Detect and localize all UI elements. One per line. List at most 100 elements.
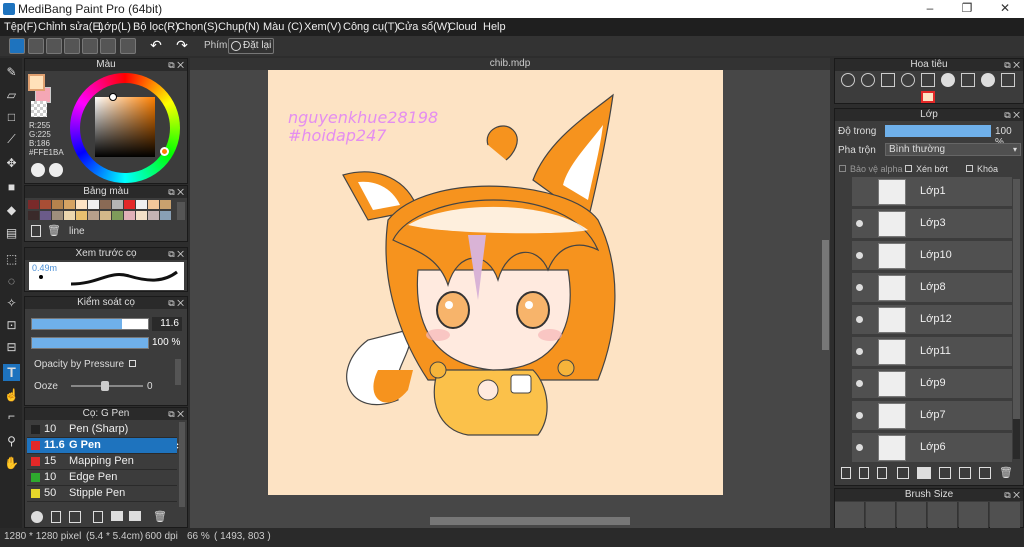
merge-layer-icon[interactable] [939, 467, 951, 479]
brush-opacity-slider[interactable] [31, 337, 149, 349]
new-halftone-layer-icon[interactable] [859, 467, 869, 479]
layer-folder-icon[interactable] [917, 467, 931, 479]
drawing-canvas[interactable]: nguyenkhue28198 #hoidap247 [268, 70, 723, 495]
brush-size-cell[interactable] [897, 502, 927, 528]
palette-swatch[interactable] [100, 200, 111, 209]
visibility-icon[interactable] [856, 412, 863, 419]
layer-row[interactable]: Lớp1 [852, 177, 1012, 207]
layer-settings-icon[interactable] [897, 467, 909, 479]
layer-opacity-slider[interactable] [885, 125, 991, 137]
palette-swatch[interactable] [100, 211, 111, 220]
transparent-swatch[interactable] [31, 101, 47, 117]
actual-size-icon[interactable] [961, 73, 975, 87]
ooze-slider-handle[interactable] [101, 381, 109, 391]
menu-color[interactable]: Màu (C) [263, 21, 303, 33]
rotate-right-icon[interactable] [981, 73, 995, 87]
clip-checkbox[interactable] [905, 165, 912, 172]
visibility-icon[interactable] [856, 220, 863, 227]
menu-tools[interactable]: Công cụ(T) [343, 21, 398, 33]
palette-swatch[interactable] [160, 211, 171, 220]
menu-window[interactable]: Cửa sổ(W) [397, 21, 451, 33]
panel-close-icon[interactable]: ⧉ ✕ [1004, 489, 1020, 501]
panel-close-icon[interactable]: ⧉ ✕ [168, 59, 184, 71]
brush-folder-icon[interactable] [111, 511, 123, 521]
add-brush-icon[interactable] [69, 511, 81, 523]
fit-icon[interactable] [881, 73, 895, 87]
palette-swatch[interactable] [64, 200, 75, 209]
fill-shape-tool-icon[interactable]: ■ [3, 179, 20, 196]
divide-tool-icon[interactable]: ⌐ [3, 408, 20, 425]
palette-swatch[interactable] [64, 211, 75, 220]
delete-palette-icon[interactable]: 🗑 [47, 224, 61, 237]
palette-swatch[interactable] [52, 211, 63, 220]
palette-swatch[interactable] [148, 211, 159, 220]
canvas-hscroll[interactable] [430, 517, 630, 525]
document-icon[interactable] [82, 38, 98, 54]
document-tab[interactable]: chib.mdp [190, 58, 830, 70]
layer-scrollbar-track[interactable] [1013, 179, 1020, 459]
lasso-tool-icon[interactable]: ◌ [3, 273, 20, 290]
menu-edit[interactable]: Chỉnh sửa(E) [38, 21, 103, 33]
brush-size-slider[interactable] [31, 318, 149, 330]
lock-checkbox[interactable] [966, 165, 973, 172]
layer-row[interactable]: Lớp7 [852, 401, 1012, 431]
menu-select[interactable]: Chọn(S) [177, 21, 218, 33]
hue-cursor[interactable] [160, 147, 169, 156]
rotate-left-icon[interactable] [941, 73, 955, 87]
layer-order-icon[interactable] [979, 467, 991, 479]
layer-row[interactable]: Lớp9 [852, 369, 1012, 399]
palette-swatch[interactable] [124, 211, 135, 220]
layer-row[interactable]: Lớp6 [852, 433, 1012, 463]
blend-mode-select[interactable]: Bình thường ▾ [885, 143, 1021, 156]
palette-swatch[interactable] [28, 200, 39, 209]
layer-row[interactable]: Lớp12 [852, 305, 1012, 335]
select-eraser-tool-icon[interactable]: ⊟ [3, 339, 20, 356]
menu-view[interactable]: Xem(V) [304, 21, 341, 33]
maximize-icon[interactable]: ❐ [952, 1, 982, 17]
menu-filter[interactable]: Bộ lọc(R) [133, 21, 179, 33]
cloud-icon[interactable] [9, 38, 25, 54]
brush-size-cell[interactable] [990, 502, 1020, 528]
eraser-tool-icon[interactable]: ▱ [3, 87, 20, 104]
palette-swatch[interactable] [76, 211, 87, 220]
menu-help[interactable]: Help [483, 21, 506, 33]
delete-brush-icon[interactable]: 🗑 [153, 510, 167, 523]
panel-close-icon[interactable]: ⧉ ✕ [168, 408, 184, 420]
palette-swatch[interactable] [76, 200, 87, 209]
duplicate-layer-icon[interactable] [877, 467, 887, 479]
palette-swatch[interactable] [136, 200, 147, 209]
palette-swatch[interactable] [40, 211, 51, 220]
panel-close-icon[interactable]: ⧉ ✕ [168, 297, 184, 309]
reset-button[interactable]: Đặt lại [228, 38, 274, 54]
hand-tool-icon[interactable]: ✋ [3, 455, 20, 472]
new-palette-icon[interactable] [31, 225, 41, 237]
operation-tool-icon[interactable]: ☝ [3, 387, 20, 404]
palette-swatch[interactable] [52, 200, 63, 209]
zoom-out-icon[interactable] [901, 73, 915, 87]
chat-icon[interactable] [64, 38, 80, 54]
brush-size-cell[interactable] [866, 502, 896, 528]
layer-scrollbar-thumb[interactable] [1013, 179, 1020, 419]
brush-item[interactable]: 15 Mapping Pen [27, 454, 177, 470]
panel-close-icon[interactable]: ⧉ ✕ [168, 248, 184, 260]
line-tool-icon[interactable]: ⟋ [3, 131, 20, 148]
select-pen-tool-icon[interactable]: ⊡ [3, 317, 20, 334]
palette-swatch[interactable] [112, 200, 123, 209]
palette-add-icon[interactable] [49, 163, 63, 177]
brush-item[interactable]: 11.6 G Pen [27, 438, 177, 454]
gradient-tool-icon[interactable]: ▤ [3, 225, 20, 242]
sv-cursor[interactable] [109, 93, 117, 101]
comment-icon[interactable] [46, 38, 62, 54]
zoom-in-alt-icon[interactable] [861, 73, 875, 87]
grid-icon[interactable] [120, 38, 136, 54]
visibility-icon[interactable] [856, 252, 863, 259]
palette-swatch[interactable] [40, 200, 51, 209]
minimize-icon[interactable]: – [915, 1, 945, 17]
palette-swatch[interactable] [160, 200, 171, 209]
brush-size-cell[interactable] [835, 502, 865, 528]
flip-icon[interactable] [921, 73, 935, 87]
canvas-vscroll[interactable] [822, 240, 829, 350]
visibility-icon[interactable] [856, 348, 863, 355]
palette-scrollbar[interactable] [177, 202, 185, 220]
layer-row[interactable]: Lớp3 [852, 209, 1012, 239]
